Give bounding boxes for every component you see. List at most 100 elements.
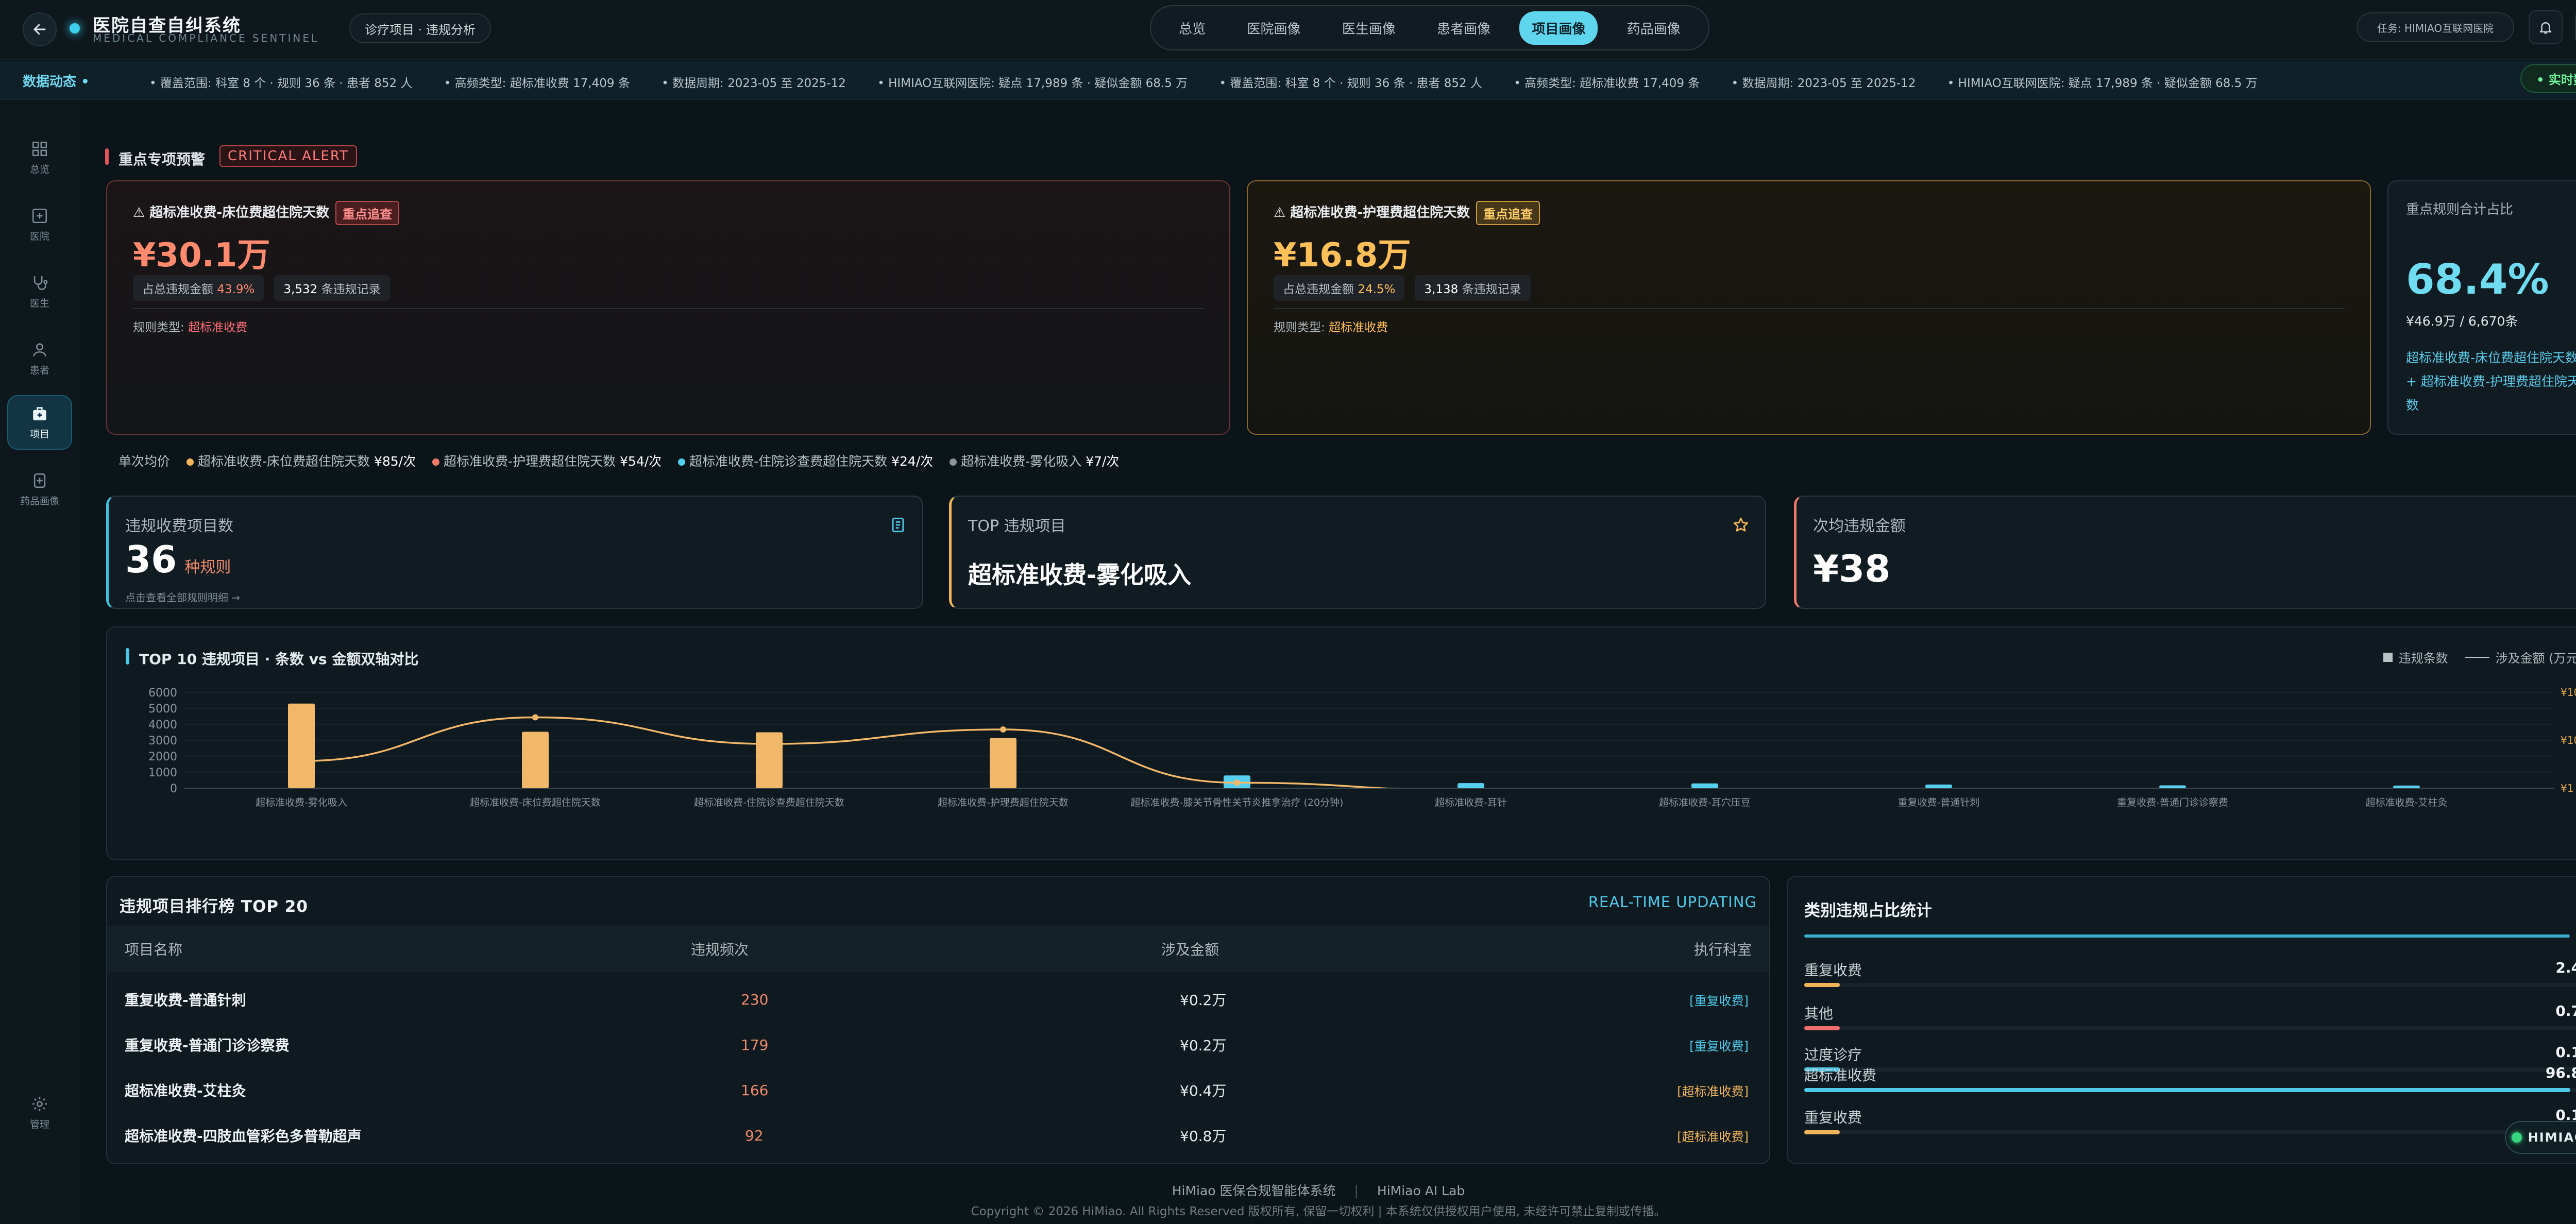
category-name: 超标准收费 [1804,1067,1877,1084]
back-button[interactable] [23,12,57,46]
x-tick-label: 超标准收费-住院诊查费超住院天数 [694,797,844,808]
divider [133,308,1205,309]
alert-section-title: 重点专项预警 [118,151,206,168]
share-chip: 占总违规金额 43.9% [133,275,264,301]
sidebar-item-drug[interactable]: 药品画像 [7,462,72,517]
column-header[interactable]: 执行科室 [1694,926,1752,972]
unit-price-item: 超标准收费-住院诊查费超住院天数 ¥24/次 [689,454,934,469]
x-tick-label: 超标准收费-耳穴压豆 [1659,797,1751,808]
category-progress-fill [1804,1026,1840,1030]
sidebar-item-admin[interactable]: 管理 [7,1085,72,1140]
stat-card-rule-count[interactable]: 违规收费项目数 36 种规则 点击查看全部规则明细 → [106,496,923,609]
column-header[interactable]: 项目名称 [125,926,182,972]
stethoscope-icon [33,276,48,290]
breadcrumb[interactable]: 诊疗项目 · 违规分析 [349,13,491,43]
y-left-tick-label: 6000 [148,687,177,700]
sidebar-item-overview[interactable]: 总览 [7,130,72,185]
sidebar-item-doctor[interactable]: 医生 [7,264,72,319]
alert-card-bed-fee[interactable]: ⚠ 超标准收费-床位费超住院天数 重点追查 ¥30.1万 占总违规金额 43.9%… [106,180,1230,435]
sidebar-item-hospital[interactable]: 医院 [7,197,72,252]
category-progress-track [1804,1067,2576,1072]
bell-icon [2539,22,2552,34]
stat-label: 次均违规金额 [1813,517,1906,535]
category-percent: 96.8% [2545,1064,2576,1081]
stat-card-avg-amount[interactable]: 次均违规金额 ¥38 [1794,496,2576,609]
user-icon [33,343,46,356]
tab-drug[interactable]: 药品画像 [1615,11,1693,45]
category-progress-track [1804,1026,2576,1030]
legend-dot [186,458,194,466]
sidebar-item-label: 患者 [29,364,49,376]
category-title: 类别违规占比统计 [1804,902,1932,920]
x-tick-label: 超标准收费-床位费超住院天数 [470,797,601,808]
y-left-tick-label: 4000 [148,719,177,732]
table-row[interactable]: 超标准收费-四肢血管彩色多普勒超声 92 ¥0.8万 [超标准收费] [107,1113,1769,1158]
table-row[interactable]: 重复收费-普通针刺 230 ¥0.2万 [重复收费] [107,977,1769,1022]
amount-point [532,714,538,721]
notification-button[interactable] [2529,10,2563,44]
violation-ranking-table: 违规项目排行榜 TOP 20 REAL-TIME UPDATING 项目名称 违… [106,876,1770,1164]
y-right-tick-label: ¥10 [2561,734,2576,746]
top-header: 医院自查自纠系统 MEDICAL COMPLIANCE SENTINEL 诊疗项… [0,0,2576,60]
view-all-rules-link[interactable]: 点击查看全部规则明细 → [125,589,240,604]
category-percent: 0.1% [2555,1044,2576,1061]
grid-icon [32,141,47,156]
sidebar-item-patient[interactable]: 患者 [7,331,72,386]
gear-icon [32,1096,47,1111]
data-ticker: 数据动态 • • 覆盖范围: 科室 8 个 · 规则 36 条 · 患者 852… [0,61,2576,100]
sidebar-item-label: 总览 [29,163,49,175]
y-left-tick-label: 2000 [148,751,177,763]
tab-doctor[interactable]: 医生画像 [1330,11,1408,45]
ticker-item: • HIMIAO互联网医院: 疑点 17,989 条 · 疑似金额 68.5 万 [877,77,1188,90]
chart-bar [990,738,1016,788]
dept-tag: [重复收费] [1689,1039,1749,1053]
stat-label: 违规收费项目数 [125,517,233,535]
category-name: 重复收费 [1804,1109,1862,1126]
chart-bar [1458,783,1484,788]
category-progress-fill [1804,983,1840,987]
tab-project[interactable]: 项目画像 [1519,11,1598,45]
sidebar-item-project[interactable]: 项目 [7,395,72,450]
top10-dual-axis-chart: TOP 10 违规项目 · 条数 vs 金额双轴对比 违规条数 涉及金额 (万元… [106,626,2576,860]
himiao-ai-button[interactable]: HIMIAO AI [2505,1121,2576,1154]
tab-patient[interactable]: 患者画像 [1425,11,1503,45]
table-row[interactable]: 重复收费-普通门诊诊察费 179 ¥0.2万 [重复收费] [107,1022,1769,1067]
ticker-item: • HIMIAO互联网医院: 疑点 17,989 条 · 疑似金额 68.5 万 [1947,77,2258,90]
unit-price-item: 超标准收费-雾化吸入 ¥7/次 [961,454,1120,469]
column-header[interactable]: 违规频次 [691,926,749,972]
amount-point [1234,779,1240,786]
category-percent: 0.7% [2555,1002,2576,1019]
dept-tag: [超标准收费] [1677,1084,1749,1099]
table-row[interactable]: 超标准收费-艾柱灸 166 ¥0.4万 [超标准收费] [107,1067,1769,1113]
dept-tag: [重复收费] [1689,993,1749,1008]
dept-tag: [超标准收费] [1677,1129,1749,1144]
category-progress-track [1804,1088,2576,1092]
alert-title: ⚠ 超标准收费-床位费超住院天数 重点追查 [133,201,400,225]
medkit-icon [33,406,46,420]
legend-dot [950,458,957,466]
stat-card-top-item[interactable]: TOP 违规项目 超标准收费-雾化吸入 [949,496,1766,609]
task-chip[interactable]: 任务: HIMIAO互联网医院 [2357,12,2514,42]
stat-value: ¥38 [1813,547,1891,590]
live-data-badge[interactable]: • 实时数据 [2520,64,2576,93]
logo-dot [70,23,80,33]
y-left-tick-label: 3000 [148,735,177,747]
chart-bar [522,732,549,788]
sidebar-item-label: 药品画像 [20,495,59,507]
x-tick-label: 超标准收费-雾化吸入 [256,797,347,808]
sidebar-item-label: 管理 [29,1118,49,1130]
priority-tag: 重点追查 [1476,201,1540,225]
chart-bar [756,732,783,788]
column-header[interactable]: 涉及金额 [1161,926,1219,972]
footer-copyright: Copyright © 2026 HiMiao. All Rights Rese… [971,1205,1666,1218]
alert-chips: 占总违规金额 43.9% 3,532 条违规记录 [133,275,400,301]
ratio-description: 超标准收费-床位费超住院天数 + 超标准收费-护理费超住院天 数 [2406,350,2576,413]
category-progress-track [1804,1130,2576,1134]
alert-card-nursing-fee[interactable]: ⚠ 超标准收费-护理费超住院天数 重点追查 ¥16.8万 占总违规金额 24.5%… [1247,180,2371,435]
chart-bar [1925,784,1952,788]
critical-alert-tag: CRITICAL ALERT [219,145,357,167]
chart-bar [288,703,315,788]
tab-overview[interactable]: 总览 [1166,11,1218,45]
ratio-detail: ¥46.9万 / 6,670条 [2406,314,2518,329]
tab-hospital[interactable]: 医院画像 [1234,11,1313,45]
